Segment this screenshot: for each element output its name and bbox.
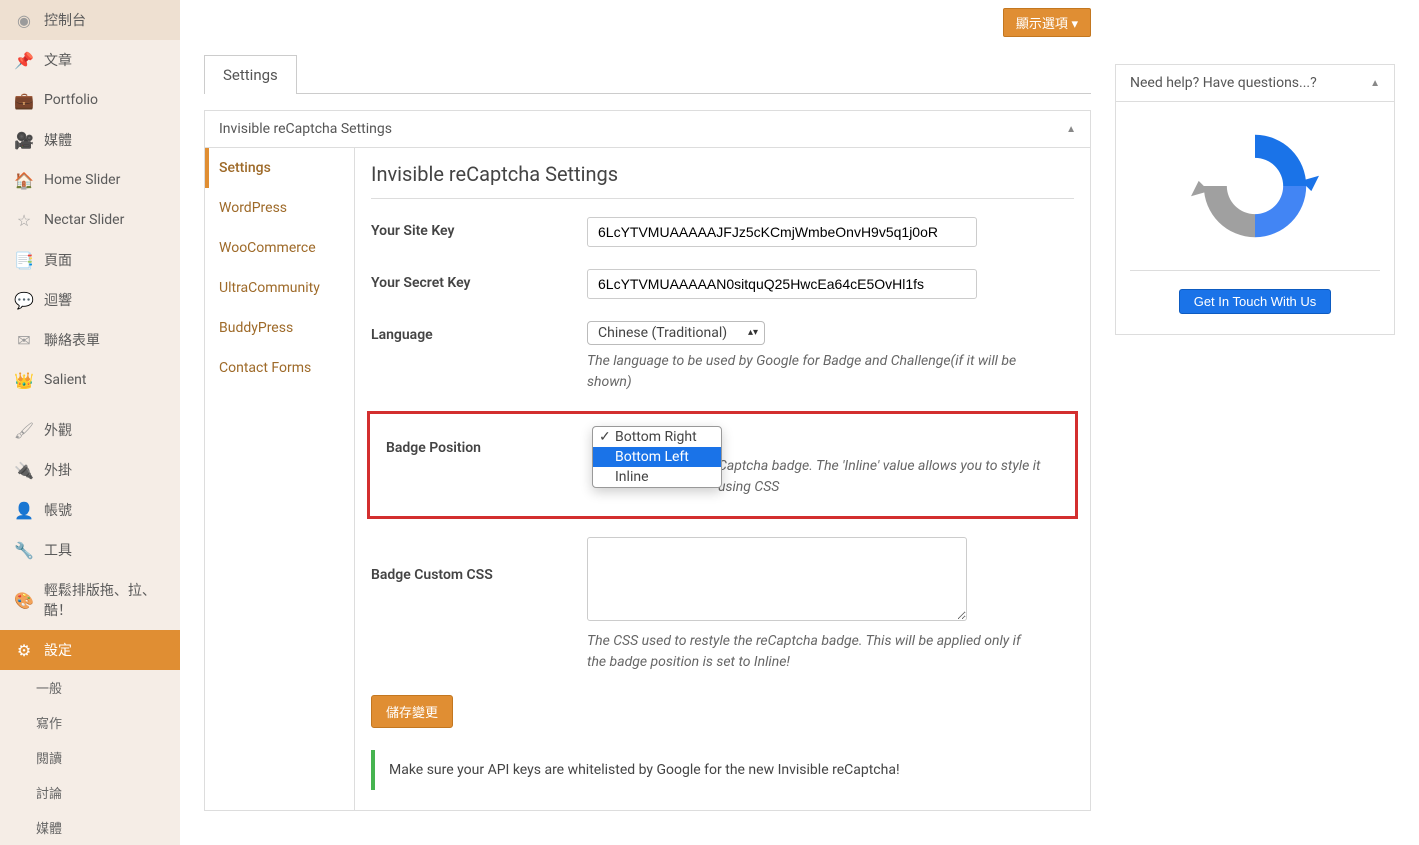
menu-icon: 🔧 bbox=[14, 540, 34, 560]
site-key-input[interactable] bbox=[587, 217, 977, 247]
menu-icon: ☆ bbox=[14, 210, 34, 230]
menu-icon: 👤 bbox=[14, 500, 34, 520]
menu-icon: 🔌 bbox=[14, 460, 34, 480]
menu-icon: 🎥 bbox=[14, 130, 34, 150]
help-header[interactable]: Need help? Have questions...? ▲ bbox=[1116, 65, 1394, 101]
sidebar-item-2[interactable]: 💼 Portfolio bbox=[0, 80, 180, 120]
sidebar-item-5[interactable]: ☆ Nectar Slider bbox=[0, 200, 180, 240]
screen-options-button[interactable]: 顯示選項 ▾ bbox=[1003, 8, 1091, 37]
submenu-item-1[interactable]: 寫作 bbox=[0, 705, 180, 740]
badge-css-textarea[interactable] bbox=[587, 537, 967, 621]
collapse-icon: ▲ bbox=[1370, 78, 1380, 89]
badge-position-highlight: Badge Position Bottom RightBottom LeftIn… bbox=[367, 411, 1078, 519]
menu-icon: 🖌 bbox=[14, 420, 34, 440]
site-key-label: Your Site Key bbox=[371, 217, 571, 239]
sidebar-item-0[interactable]: ◉ 控制台 bbox=[0, 0, 180, 40]
menu-label: 文章 bbox=[44, 50, 72, 70]
menu-label: Nectar Slider bbox=[44, 212, 124, 228]
sidebar-item-7[interactable]: 💬 迴響 bbox=[0, 280, 180, 320]
save-button[interactable]: 儲存變更 bbox=[371, 695, 453, 728]
badge-css-desc: The CSS used to restyle the reCaptcha ba… bbox=[587, 631, 1027, 673]
sidebar-item-13[interactable]: 👤 帳號 bbox=[0, 490, 180, 530]
language-desc: The language to be used by Google for Ba… bbox=[587, 351, 1027, 393]
collapse-icon: ▲ bbox=[1066, 124, 1076, 135]
menu-icon: 👑 bbox=[14, 370, 34, 390]
sidebar-item-4[interactable]: 🏠 Home Slider bbox=[0, 160, 180, 200]
sidebar-item-16[interactable]: ⚙ 設定 bbox=[0, 630, 180, 670]
badge-position-dropdown[interactable]: Bottom RightBottom LeftInline bbox=[592, 426, 722, 488]
form-area: Invisible reCaptcha Settings Your Site K… bbox=[355, 148, 1090, 810]
secret-key-label: Your Secret Key bbox=[371, 269, 571, 291]
sidebar-item-1[interactable]: 📌 文章 bbox=[0, 40, 180, 80]
inner-nav-ultracommunity[interactable]: UltraCommunity bbox=[205, 268, 354, 308]
sidebar-item-12[interactable]: 🔌 外掛 bbox=[0, 450, 180, 490]
sidebar-item-6[interactable]: 📑 頁面 bbox=[0, 240, 180, 280]
tab-settings[interactable]: Settings bbox=[204, 55, 297, 94]
menu-label: 輕鬆排版拖、拉、酷！ bbox=[44, 580, 166, 620]
menu-icon: ⚙ bbox=[14, 640, 34, 660]
menu-label: Salient bbox=[44, 372, 86, 388]
menu-label: 控制台 bbox=[44, 10, 86, 30]
api-notice: Make sure your API keys are whitelisted … bbox=[371, 750, 1074, 790]
main-content: 顯示選項 ▾ Settings Invisible reCaptcha Sett… bbox=[180, 0, 1419, 845]
menu-label: 工具 bbox=[44, 540, 72, 560]
menu-label: 媒體 bbox=[44, 130, 72, 150]
dropdown-option-0[interactable]: Bottom Right bbox=[593, 427, 721, 447]
help-box: Need help? Have questions...? ▲ bbox=[1115, 64, 1395, 335]
menu-icon: 📑 bbox=[14, 250, 34, 270]
menu-icon: 📌 bbox=[14, 50, 34, 70]
menu-icon: 🏠 bbox=[14, 170, 34, 190]
sidebar-item-11[interactable]: 🖌 外觀 bbox=[0, 410, 180, 450]
menu-icon: 💬 bbox=[14, 290, 34, 310]
sidebar-item-9[interactable]: 👑 Salient bbox=[0, 360, 180, 400]
sidebar-item-3[interactable]: 🎥 媒體 bbox=[0, 120, 180, 160]
language-select[interactable]: Chinese (Traditional) ▴▾ bbox=[587, 321, 765, 345]
menu-label: 聯絡表單 bbox=[44, 330, 100, 350]
recaptcha-logo-icon bbox=[1191, 122, 1319, 250]
language-label: Language bbox=[371, 321, 571, 343]
dropdown-option-2[interactable]: Inline bbox=[593, 467, 721, 487]
menu-icon: 🎨 bbox=[14, 590, 34, 610]
menu-label: Portfolio bbox=[44, 92, 98, 108]
dropdown-option-1[interactable]: Bottom Left bbox=[593, 447, 721, 467]
inner-nav-wordpress[interactable]: WordPress bbox=[205, 188, 354, 228]
panel-title: Invisible reCaptcha Settings bbox=[219, 121, 392, 137]
inner-nav-contact forms[interactable]: Contact Forms bbox=[205, 348, 354, 388]
inner-nav-settings[interactable]: Settings bbox=[205, 148, 354, 188]
contact-button[interactable]: Get In Touch With Us bbox=[1179, 289, 1332, 314]
admin-sidebar: ◉ 控制台 📌 文章 💼 Portfolio 🎥 媒體 🏠 Home Slider ☆ Nectar … bbox=[0, 0, 180, 845]
submenu-item-4[interactable]: 媒體 bbox=[0, 810, 180, 845]
badge-position-label: Badge Position bbox=[386, 434, 586, 456]
section-title: Invisible reCaptcha Settings bbox=[371, 162, 1074, 199]
menu-label: 設定 bbox=[44, 640, 72, 660]
menu-icon: 💼 bbox=[14, 90, 34, 110]
inner-nav-woocommerce[interactable]: WooCommerce bbox=[205, 228, 354, 268]
badge-position-desc: Captcha badge. The 'Inline' value allows… bbox=[718, 456, 1042, 498]
settings-panel: Invisible reCaptcha Settings ▲ SettingsW… bbox=[204, 110, 1091, 811]
select-arrows-icon: ▴▾ bbox=[748, 328, 758, 338]
submenu-item-3[interactable]: 討論 bbox=[0, 775, 180, 810]
sidebar-item-8[interactable]: ✉ 聯絡表單 bbox=[0, 320, 180, 360]
inner-nav-buddypress[interactable]: BuddyPress bbox=[205, 308, 354, 348]
menu-label: 外觀 bbox=[44, 420, 72, 440]
menu-label: 帳號 bbox=[44, 500, 72, 520]
badge-css-label: Badge Custom CSS bbox=[371, 537, 571, 583]
menu-label: 頁面 bbox=[44, 250, 72, 270]
secret-key-input[interactable] bbox=[587, 269, 977, 299]
sidebar-item-15[interactable]: 🎨 輕鬆排版拖、拉、酷！ bbox=[0, 570, 180, 630]
menu-label: Home Slider bbox=[44, 172, 120, 188]
inner-nav: SettingsWordPressWooCommerceUltraCommuni… bbox=[205, 148, 355, 810]
tab-bar: Settings bbox=[204, 55, 1091, 94]
submenu-item-0[interactable]: 一般 bbox=[0, 670, 180, 705]
menu-icon: ✉ bbox=[14, 330, 34, 350]
submenu-item-2[interactable]: 閱讀 bbox=[0, 740, 180, 775]
menu-label: 外掛 bbox=[44, 460, 72, 480]
menu-label: 迴響 bbox=[44, 290, 72, 310]
sidebar-item-14[interactable]: 🔧 工具 bbox=[0, 530, 180, 570]
menu-icon: ◉ bbox=[14, 10, 34, 30]
panel-header[interactable]: Invisible reCaptcha Settings ▲ bbox=[205, 111, 1090, 148]
